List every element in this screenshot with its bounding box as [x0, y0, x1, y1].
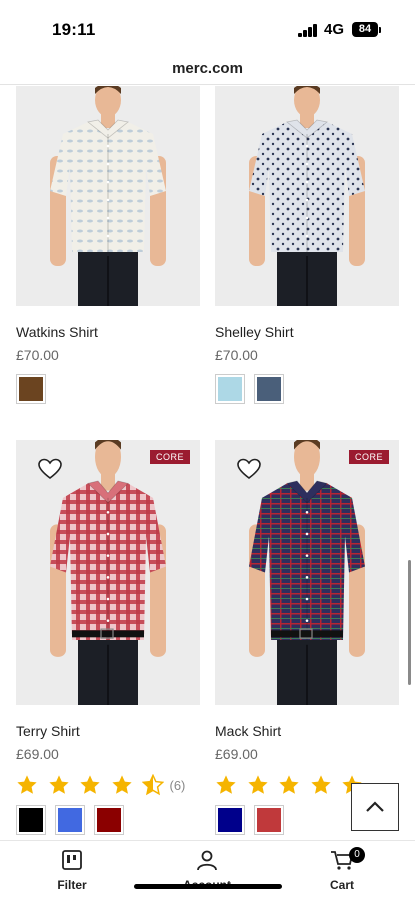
color-swatches	[16, 805, 200, 835]
color-swatch[interactable]	[215, 374, 245, 404]
model-illustration	[50, 86, 166, 306]
color-swatch[interactable]	[16, 374, 46, 404]
star-icon	[279, 775, 299, 794]
color-swatch[interactable]	[254, 805, 284, 835]
core-badge: CORE	[348, 450, 389, 464]
color-swatches	[16, 374, 200, 404]
user-icon	[197, 850, 217, 871]
network-type: 4G	[324, 21, 345, 38]
product-card-shelley[interactable]: Shelley Shirt £70.00	[215, 86, 399, 404]
signal-icon	[298, 24, 318, 37]
product-image[interactable]: CORE	[215, 440, 399, 705]
star-rating: (6)	[16, 774, 200, 796]
star-icon	[310, 775, 331, 794]
product-price: £69.00	[215, 746, 258, 762]
color-swatch[interactable]	[215, 805, 245, 835]
cart-count-badge: 0	[349, 847, 365, 863]
star-icon	[216, 775, 236, 794]
chevron-up-icon	[366, 801, 384, 812]
product-card-watkins[interactable]: Watkins Shirt £70.00	[16, 86, 200, 404]
filter-label: Filter	[57, 878, 87, 892]
product-name[interactable]: Mack Shirt	[215, 723, 399, 741]
product-name[interactable]: Terry Shirt	[16, 723, 200, 741]
star-icon	[247, 775, 268, 794]
status-time: 19:11	[52, 20, 96, 39]
core-badge: CORE	[149, 450, 190, 464]
star-icon	[111, 775, 132, 794]
url-bar[interactable]: merc.com	[0, 60, 415, 84]
product-card-terry[interactable]: CORE Terry Shirt £69.00 (6)	[16, 440, 200, 835]
heart-icon[interactable]	[237, 458, 261, 480]
product-card-mack[interactable]: CORE Mack Shirt £69.00	[215, 440, 399, 835]
cart-label: Cart	[329, 878, 354, 892]
product-image[interactable]	[215, 86, 399, 306]
star-icon	[48, 775, 69, 794]
color-swatch[interactable]	[254, 374, 284, 404]
color-swatch[interactable]	[55, 805, 85, 835]
review-count[interactable]: (6)	[170, 778, 186, 793]
product-price: £70.00	[16, 347, 59, 363]
status-bar: 19:11 4G 84	[0, 0, 415, 56]
back-to-top-button[interactable]	[351, 783, 399, 831]
product-price: £70.00	[215, 347, 258, 363]
product-name[interactable]: Watkins Shirt	[16, 324, 200, 342]
battery-icon: 84	[352, 22, 378, 37]
product-price: £69.00	[16, 746, 59, 762]
heart-icon[interactable]	[38, 458, 62, 480]
star-icon	[80, 775, 100, 794]
star-icon	[142, 774, 164, 796]
color-swatch[interactable]	[94, 805, 124, 835]
bottom-nav: Filter Account 0 Cart	[0, 840, 415, 899]
url-divider	[0, 84, 415, 85]
color-swatches	[215, 374, 399, 404]
home-indicator	[134, 884, 282, 889]
star-icon	[17, 775, 37, 794]
product-name[interactable]: Shelley Shirt	[215, 324, 399, 342]
model-illustration	[249, 86, 365, 306]
product-image[interactable]	[16, 86, 200, 306]
color-swatch[interactable]	[16, 805, 46, 835]
cart-button[interactable]: 0 Cart	[302, 847, 382, 892]
battery-tip	[379, 27, 381, 33]
scrollbar[interactable]	[408, 560, 411, 685]
product-image[interactable]: CORE	[16, 440, 200, 705]
filter-button[interactable]: Filter	[32, 849, 112, 892]
filter-icon	[62, 850, 82, 870]
